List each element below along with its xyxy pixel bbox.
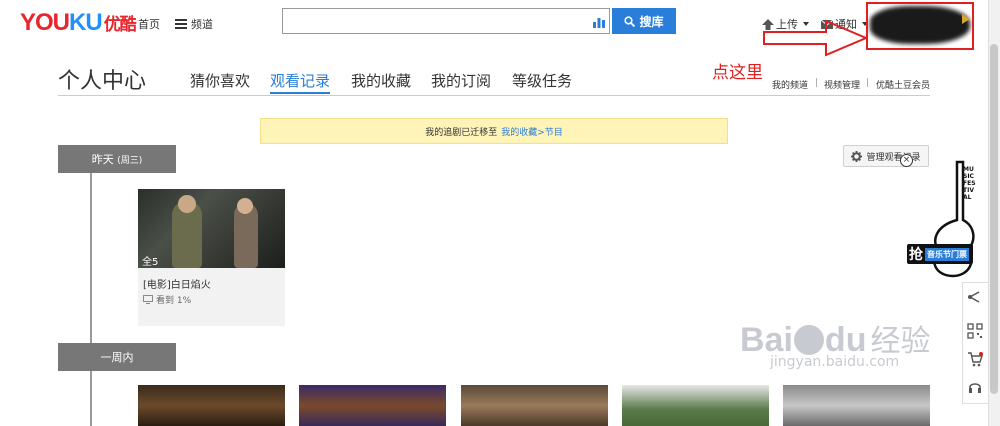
link-separator: | bbox=[815, 78, 819, 88]
nav-channel-label: 频道 bbox=[191, 18, 213, 31]
episode-count-badge: 全5 bbox=[142, 257, 159, 268]
menu-icon bbox=[175, 19, 187, 29]
link-separator: | bbox=[866, 78, 870, 88]
gear-icon bbox=[851, 150, 863, 162]
logo-text-a: YOU bbox=[20, 9, 70, 36]
tab-level-tasks[interactable]: 等级任务 bbox=[512, 70, 572, 91]
search-icon bbox=[624, 15, 636, 27]
page-title: 个人中心 bbox=[58, 69, 147, 94]
video-thumbnail[interactable] bbox=[783, 385, 930, 426]
headset-icon[interactable] bbox=[967, 379, 983, 395]
logo-text-b: KU bbox=[69, 9, 103, 36]
search-input[interactable] bbox=[282, 8, 610, 34]
link-my-channel[interactable]: 我的频道 bbox=[772, 78, 808, 91]
promo-badge-char: 抢 bbox=[909, 247, 923, 263]
video-thumbnail[interactable] bbox=[622, 385, 769, 426]
share-icon[interactable] bbox=[967, 289, 983, 305]
tab-watch-history[interactable]: 观看记录 bbox=[270, 70, 330, 91]
header-divider bbox=[58, 95, 930, 96]
video-thumbnail[interactable] bbox=[299, 385, 446, 426]
annotation-click-here: 点这里 bbox=[712, 63, 763, 83]
notice-link[interactable]: 我的收藏>节目 bbox=[501, 125, 563, 138]
timeline-line bbox=[90, 173, 92, 426]
group-label-yesterday: 昨天 (周三) bbox=[58, 145, 176, 173]
promo-vertical-text: MUSIC FESTIVAL bbox=[963, 166, 976, 201]
migration-notice: 我的追剧已迁移至 我的收藏>节目 bbox=[260, 118, 728, 144]
monitor-icon bbox=[143, 295, 153, 304]
scrollbar-thumb[interactable] bbox=[990, 44, 998, 394]
video-thumbnail[interactable]: 全5 bbox=[138, 189, 285, 268]
video-thumbnail[interactable] bbox=[138, 385, 285, 426]
link-vip-member[interactable]: 优酷土豆会员 bbox=[876, 78, 930, 91]
music-festival-promo[interactable]: MUSIC FESTIVAL 抢 音乐节门票 bbox=[905, 160, 977, 280]
group-label-text: 昨天 bbox=[91, 153, 114, 166]
floating-sidebar bbox=[962, 282, 989, 404]
promo-badge-text: 音乐节门票 bbox=[925, 247, 969, 261]
history-item-card[interactable]: 全5 [电影]白日焰火 看到 1% bbox=[138, 189, 285, 326]
search-button[interactable]: 搜库 bbox=[612, 8, 676, 34]
tab-recommend[interactable]: 猜你喜欢 bbox=[190, 70, 250, 91]
bar-chart-icon[interactable] bbox=[593, 16, 605, 28]
annotation-highlight-box bbox=[866, 2, 974, 50]
thumbnail-figure bbox=[237, 198, 253, 214]
video-thumbnail[interactable] bbox=[461, 385, 608, 426]
cart-icon[interactable] bbox=[967, 351, 983, 367]
baidu-jingyan-watermark: Bai du 经验 jingyan.baidu.com bbox=[740, 316, 930, 370]
annotation-arrow-icon bbox=[763, 19, 868, 57]
nav-channel-link[interactable]: 频道 bbox=[175, 16, 213, 32]
watch-progress: 看到 1% bbox=[143, 293, 191, 306]
group-label-week: 一周内 bbox=[58, 343, 176, 371]
thumbnail-figure bbox=[178, 195, 196, 213]
group-label-text: 一周内 bbox=[100, 351, 134, 364]
link-video-manage[interactable]: 视频管理 bbox=[824, 78, 860, 91]
group-label-sub: (周三) bbox=[117, 155, 143, 166]
youku-logo[interactable]: YOUKU 优酷 bbox=[20, 9, 137, 37]
qr-code-icon[interactable] bbox=[967, 323, 983, 339]
video-title[interactable]: [电影]白日焰火 bbox=[143, 276, 211, 291]
active-tab-indicator bbox=[270, 92, 330, 94]
tab-subscriptions[interactable]: 我的订阅 bbox=[431, 70, 491, 91]
paw-logo-icon bbox=[793, 325, 824, 355]
search-button-label: 搜库 bbox=[639, 14, 664, 29]
tab-favorites[interactable]: 我的收藏 bbox=[351, 70, 411, 91]
logo-text-cn: 优酷 bbox=[103, 15, 137, 34]
watch-progress-text: 看到 1% bbox=[156, 296, 192, 306]
nav-home-link[interactable]: 首页 bbox=[138, 16, 160, 32]
notice-text: 我的追剧已迁移至 bbox=[425, 127, 498, 138]
promo-badge: 抢 音乐节门票 bbox=[907, 244, 973, 264]
